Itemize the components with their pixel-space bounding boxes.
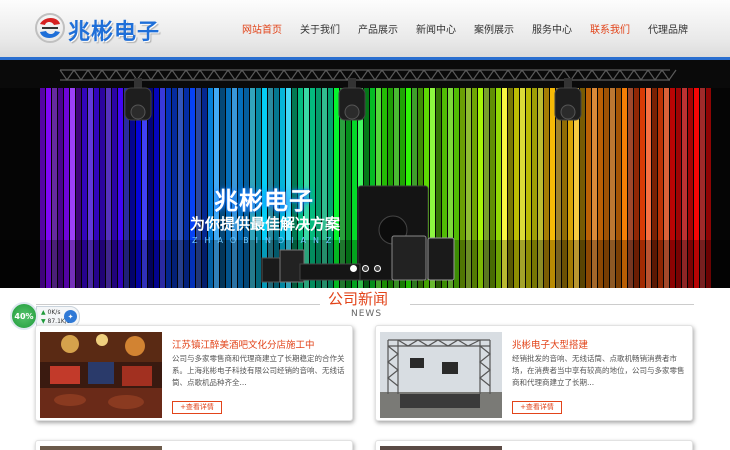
nav-item-0[interactable]: 网站首页 — [242, 21, 282, 36]
upload-rate: ▲ 0K/s — [41, 309, 60, 316]
site-header: 兆彬电子 网站首页 关于我们 产品展示 新闻中心 案例展示 服务中心 联系我们 代理品牌 — [0, 0, 730, 57]
bar-interior-photo-icon — [40, 332, 162, 418]
upload-arrow-icon: ▲ — [41, 309, 46, 316]
news-title[interactable]: 兆彬电子大型搭建 — [512, 337, 588, 351]
banner-pinyin: ZHAOBINDIANZI — [192, 236, 348, 245]
hero-banner[interactable]: 兆彬电子 为你提供最佳解决方案 ZHAOBINDIANZI — [0, 60, 730, 288]
section-divider-right — [410, 304, 694, 305]
logo-mark-icon — [35, 13, 65, 43]
nav-item-1[interactable]: 关于我们 — [300, 21, 340, 36]
section-title: 公司新闻 — [328, 290, 389, 308]
page: 兆彬电子 网站首页 关于我们 产品展示 新闻中心 案例展示 服务中心 联系我们 代理品牌 兆彬… — [0, 0, 730, 450]
section-subtitle: NEWS — [351, 309, 383, 319]
upload-value: 0K/s — [47, 309, 61, 316]
slide-dot-1[interactable] — [350, 265, 357, 272]
slide-dot-3[interactable] — [374, 265, 381, 272]
news-card[interactable]: 江苏镇江醉美酒吧文化分店施工中 公司与多家零售商和代理商建立了长期稳定的合作关系… — [35, 325, 353, 421]
nav-item-6[interactable]: 联系我们 — [590, 21, 630, 36]
news-card[interactable]: 兆彬电子大型搭建 经销批发的音响、无线话筒、点歌机畅销消费者市场，在消费者当中享… — [375, 325, 693, 421]
news-thumbnail[interactable] — [380, 332, 502, 418]
slide-indicators — [350, 265, 381, 272]
nav-item-3[interactable]: 新闻中心 — [416, 21, 456, 36]
nav-item-2[interactable]: 产品展示 — [358, 21, 398, 36]
curtain-graphic — [0, 60, 730, 288]
nav-item-7[interactable]: 代理品牌 — [648, 21, 688, 36]
news-title[interactable]: 江苏镇江醉美酒吧文化分店施工中 — [172, 337, 315, 351]
nav-item-5[interactable]: 服务中心 — [532, 21, 572, 36]
download-arrow-icon: ▼ — [41, 318, 46, 325]
stage-truss-photo-icon — [380, 332, 502, 418]
banner-title: 兆彬电子 — [214, 187, 314, 215]
nav-item-4[interactable]: 案例展示 — [474, 21, 514, 36]
speed-percent[interactable]: 40% — [10, 302, 38, 330]
news-card-partial[interactable] — [35, 440, 353, 450]
news-thumbnail-partial — [380, 446, 502, 450]
main-nav: 网站首页 关于我们 产品展示 新闻中心 案例展示 服务中心 联系我们 代理品牌 — [242, 21, 688, 36]
view-details-button[interactable]: +查看详情 — [512, 401, 562, 414]
news-summary: 经销批发的音响、无线话筒、点歌机畅销消费者市场，在消费者当中享有较高的地位，公司… — [512, 354, 685, 387]
site-logo[interactable]: 兆彬电子 — [34, 12, 161, 46]
banner-slogan: 为你提供最佳解决方案 — [190, 215, 341, 233]
logo-text: 兆彬电子 — [68, 20, 161, 45]
news-summary: 公司与多家零售商和代理商建立了长期稳定的合作关系。上海兆彬电子科技有限公司经销的… — [172, 354, 345, 387]
view-details-button[interactable]: +查看详情 — [172, 401, 222, 414]
news-thumbnail[interactable] — [40, 332, 162, 418]
news-thumbnail-partial — [40, 446, 162, 450]
news-card-partial[interactable] — [375, 440, 693, 450]
slide-dot-2[interactable] — [362, 265, 369, 272]
accelerator-icon[interactable]: ✦ — [64, 310, 77, 323]
